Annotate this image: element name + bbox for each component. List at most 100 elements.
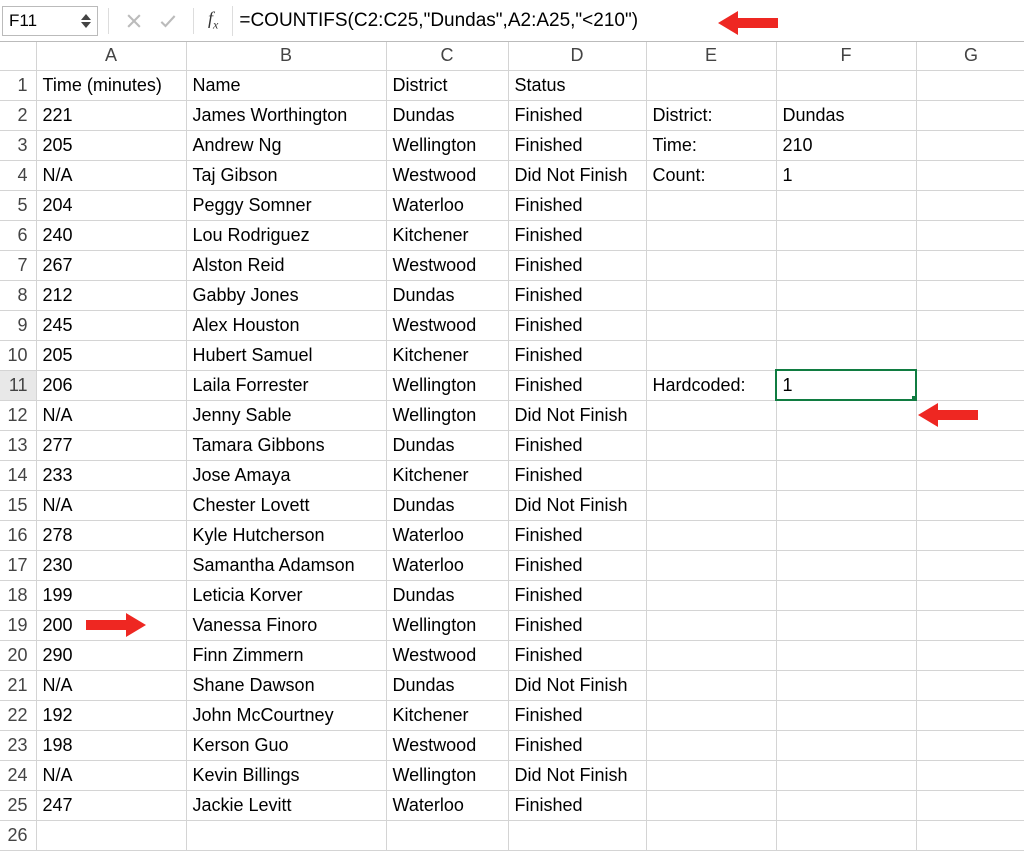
cell-A6[interactable]: 240 <box>36 220 186 250</box>
cell-G26[interactable] <box>916 820 1024 850</box>
cell-E18[interactable] <box>646 580 776 610</box>
cell-F3[interactable]: 210 <box>776 130 916 160</box>
cell-C2[interactable]: Dundas <box>386 100 508 130</box>
cell-F22[interactable] <box>776 700 916 730</box>
cell-C10[interactable]: Kitchener <box>386 340 508 370</box>
cell-D2[interactable]: Finished <box>508 100 646 130</box>
column-headers[interactable]: A B C D E F G <box>0 42 1024 70</box>
row-header[interactable]: 5 <box>0 190 36 220</box>
row-header[interactable]: 18 <box>0 580 36 610</box>
cell-G24[interactable] <box>916 760 1024 790</box>
cell-C11[interactable]: Wellington <box>386 370 508 400</box>
cell-G15[interactable] <box>916 490 1024 520</box>
cell-A21[interactable]: N/A <box>36 670 186 700</box>
cell-G16[interactable] <box>916 520 1024 550</box>
cell-D26[interactable] <box>508 820 646 850</box>
cell-G23[interactable] <box>916 730 1024 760</box>
row-header[interactable]: 9 <box>0 310 36 340</box>
cell-E12[interactable] <box>646 400 776 430</box>
cell-E9[interactable] <box>646 310 776 340</box>
row-header[interactable]: 3 <box>0 130 36 160</box>
select-all-corner[interactable] <box>0 42 36 70</box>
col-G[interactable]: G <box>916 42 1024 70</box>
cell-G4[interactable] <box>916 160 1024 190</box>
cell-E5[interactable] <box>646 190 776 220</box>
cell-G1[interactable] <box>916 70 1024 100</box>
fx-label[interactable]: fx <box>204 8 222 33</box>
cell-C24[interactable]: Wellington <box>386 760 508 790</box>
cell-F15[interactable] <box>776 490 916 520</box>
cell-D17[interactable]: Finished <box>508 550 646 580</box>
cell-B5[interactable]: Peggy Somner <box>186 190 386 220</box>
cell-B16[interactable]: Kyle Hutcherson <box>186 520 386 550</box>
cell-E3[interactable]: Time: <box>646 130 776 160</box>
cell-D4[interactable]: Did Not Finish <box>508 160 646 190</box>
cell-G12[interactable] <box>916 400 1024 430</box>
row-header[interactable]: 16 <box>0 520 36 550</box>
cell-E7[interactable] <box>646 250 776 280</box>
cell-A1[interactable]: Time (minutes) <box>36 70 186 100</box>
cell-F16[interactable] <box>776 520 916 550</box>
cell-C21[interactable]: Dundas <box>386 670 508 700</box>
cell-E2[interactable]: District: <box>646 100 776 130</box>
cell-G6[interactable] <box>916 220 1024 250</box>
cell-B25[interactable]: Jackie Levitt <box>186 790 386 820</box>
row-header[interactable]: 24 <box>0 760 36 790</box>
cell-D8[interactable]: Finished <box>508 280 646 310</box>
cell-D18[interactable]: Finished <box>508 580 646 610</box>
cell-G9[interactable] <box>916 310 1024 340</box>
cell-A8[interactable]: 212 <box>36 280 186 310</box>
row-header[interactable]: 20 <box>0 640 36 670</box>
row-header[interactable]: 10 <box>0 340 36 370</box>
cell-C7[interactable]: Westwood <box>386 250 508 280</box>
formula-input[interactable]: =COUNTIFS(C2:C25,"Dundas",A2:A25,"<210") <box>232 6 1016 36</box>
cell-D16[interactable]: Finished <box>508 520 646 550</box>
cell-G5[interactable] <box>916 190 1024 220</box>
cell-D23[interactable]: Finished <box>508 730 646 760</box>
cell-F21[interactable] <box>776 670 916 700</box>
cell-C12[interactable]: Wellington <box>386 400 508 430</box>
cell-A16[interactable]: 278 <box>36 520 186 550</box>
col-F[interactable]: F <box>776 42 916 70</box>
cell-C1[interactable]: District <box>386 70 508 100</box>
cell-D19[interactable]: Finished <box>508 610 646 640</box>
cell-C3[interactable]: Wellington <box>386 130 508 160</box>
cell-B22[interactable]: John McCourtney <box>186 700 386 730</box>
cell-F17[interactable] <box>776 550 916 580</box>
cell-C18[interactable]: Dundas <box>386 580 508 610</box>
cell-D22[interactable]: Finished <box>508 700 646 730</box>
cell-D5[interactable]: Finished <box>508 190 646 220</box>
row-header[interactable]: 8 <box>0 280 36 310</box>
grid[interactable]: A B C D E F G 1Time (minutes)NameDistric… <box>0 42 1024 851</box>
cell-G25[interactable] <box>916 790 1024 820</box>
cell-D15[interactable]: Did Not Finish <box>508 490 646 520</box>
cell-F26[interactable] <box>776 820 916 850</box>
row-header[interactable]: 19 <box>0 610 36 640</box>
cell-D3[interactable]: Finished <box>508 130 646 160</box>
cell-A4[interactable]: N/A <box>36 160 186 190</box>
cell-E26[interactable] <box>646 820 776 850</box>
col-D[interactable]: D <box>508 42 646 70</box>
cell-A13[interactable]: 277 <box>36 430 186 460</box>
cell-F12[interactable] <box>776 400 916 430</box>
cell-C23[interactable]: Westwood <box>386 730 508 760</box>
cell-B26[interactable] <box>186 820 386 850</box>
cell-B2[interactable]: James Worthington <box>186 100 386 130</box>
cell-A25[interactable]: 247 <box>36 790 186 820</box>
row-header[interactable]: 15 <box>0 490 36 520</box>
cell-E17[interactable] <box>646 550 776 580</box>
stepper-icons[interactable] <box>81 13 91 29</box>
cell-G20[interactable] <box>916 640 1024 670</box>
cell-D13[interactable]: Finished <box>508 430 646 460</box>
cell-D7[interactable]: Finished <box>508 250 646 280</box>
cell-E10[interactable] <box>646 340 776 370</box>
col-B[interactable]: B <box>186 42 386 70</box>
cell-B13[interactable]: Tamara Gibbons <box>186 430 386 460</box>
cell-C5[interactable]: Waterloo <box>386 190 508 220</box>
cell-A14[interactable]: 233 <box>36 460 186 490</box>
cell-A10[interactable]: 205 <box>36 340 186 370</box>
cell-E24[interactable] <box>646 760 776 790</box>
cell-F2[interactable]: Dundas <box>776 100 916 130</box>
cell-D25[interactable]: Finished <box>508 790 646 820</box>
row-header[interactable]: 26 <box>0 820 36 850</box>
